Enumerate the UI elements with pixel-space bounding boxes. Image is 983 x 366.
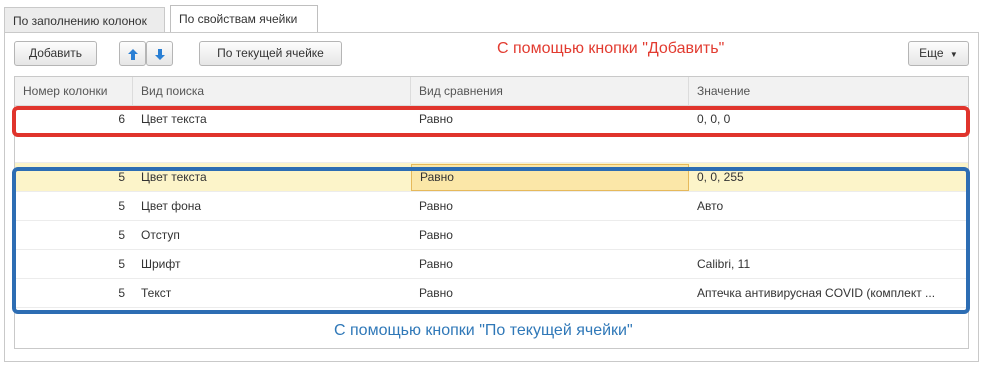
more-button[interactable]: Еще ▼ [908, 41, 969, 66]
cell-value[interactable]: Аптечка антивирусная COVID (комплект ... [689, 279, 968, 307]
table-row[interactable] [15, 134, 968, 163]
cell-comparison[interactable]: Равно [411, 192, 689, 220]
move-down-button[interactable] [146, 41, 173, 66]
cell-value[interactable] [689, 221, 968, 249]
move-up-button[interactable] [119, 41, 146, 66]
table-row[interactable]: 5 Текст Равно Аптечка антивирусная COVID (к… [15, 279, 968, 308]
cell-value[interactable] [689, 134, 968, 162]
column-header-number[interactable]: Номер колонки [15, 77, 133, 105]
cell-column-number[interactable]: 5 [15, 250, 133, 278]
cell-comparison[interactable]: Равно [411, 250, 689, 278]
cell-value[interactable]: 0, 0, 255 [689, 163, 968, 191]
add-button-annotation: С помощью кнопки "Добавить" [497, 40, 725, 57]
table-row[interactable]: 5 Отступ Равно [15, 221, 968, 250]
cell-search-type[interactable]: Текст [133, 279, 411, 307]
cell-value[interactable]: Calibri, 11 [689, 250, 968, 278]
table-row[interactable]: 5 Цвет фона Равно Авто [15, 192, 968, 221]
add-button[interactable]: Добавить [14, 41, 97, 66]
column-header-comparison[interactable]: Вид сравнения [411, 77, 689, 105]
tab-bar: По заполнению колонок По свойствам ячейк… [0, 0, 983, 33]
table-row[interactable]: 5 Шрифт Равно Calibri, 11 [15, 250, 968, 279]
cell-search-type[interactable]: Шрифт [133, 250, 411, 278]
tab-column-fill[interactable]: По заполнению колонок [4, 7, 165, 32]
cell-search-type[interactable]: Цвет текста [133, 105, 411, 133]
cell-comparison[interactable]: Равно [411, 279, 689, 307]
chevron-down-icon: ▼ [949, 50, 958, 59]
cell-column-number[interactable] [15, 134, 133, 162]
table-row[interactable]: 5 Цвет текста Равно 0, 0, 255 [15, 163, 968, 192]
column-header-value[interactable]: Значение [689, 77, 968, 105]
cell-value[interactable]: 0, 0, 0 [689, 105, 968, 133]
cell-column-number[interactable]: 5 [15, 192, 133, 220]
column-header-search-type[interactable]: Вид поиска [133, 77, 411, 105]
tab-cell-properties[interactable]: По свойствам ячейки [170, 5, 318, 33]
cell-search-type[interactable]: Цвет текста [133, 163, 411, 191]
arrow-down-icon [154, 46, 166, 61]
current-cell-annotation: С помощью кнопки "По текущей ячейки" [330, 322, 637, 340]
cell-comparison[interactable]: Равно [411, 105, 689, 133]
cell-comparison[interactable]: Равно [411, 164, 689, 191]
cell-search-type[interactable]: Цвет фона [133, 192, 411, 220]
cell-column-number[interactable]: 5 [15, 163, 133, 191]
conditions-table: Номер колонки Вид поиска Вид сравнения З… [14, 76, 969, 349]
more-label: Еще [919, 46, 944, 60]
cell-search-type[interactable]: Отступ [133, 221, 411, 249]
cell-search-type[interactable] [133, 134, 411, 162]
cell-column-number[interactable]: 5 [15, 221, 133, 249]
cell-comparison[interactable]: Равно [411, 221, 689, 249]
current-cell-button[interactable]: По текущей ячейке [199, 41, 342, 66]
arrow-up-icon [127, 46, 139, 61]
cell-column-number[interactable]: 5 [15, 279, 133, 307]
cell-column-number[interactable]: 6 [15, 105, 133, 133]
table-row[interactable]: 6 Цвет текста Равно 0, 0, 0 [15, 105, 968, 134]
cell-comparison[interactable] [411, 134, 689, 162]
table-header: Номер колонки Вид поиска Вид сравнения З… [15, 77, 968, 106]
cell-value[interactable]: Авто [689, 192, 968, 220]
